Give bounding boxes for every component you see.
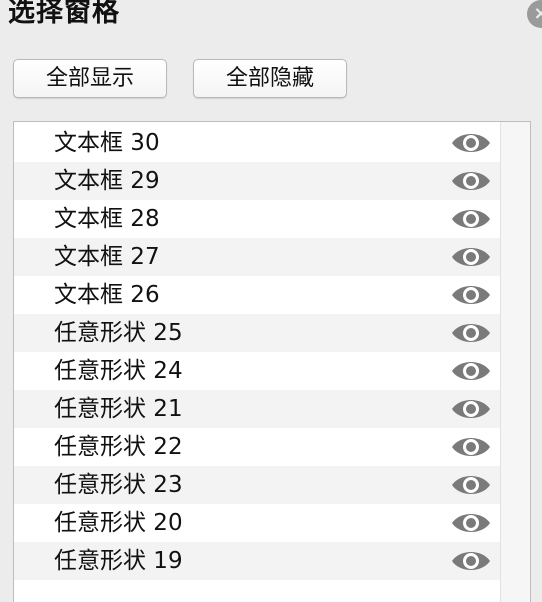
list-item[interactable]: 任意形状 22	[14, 428, 500, 466]
eye-icon[interactable]	[451, 243, 491, 271]
list-item-label: 文本框 29	[54, 168, 160, 194]
close-icon: ×	[533, 3, 542, 24]
list-item[interactable]: 任意形状 23	[14, 466, 500, 504]
list-item-label: 任意形状 19	[54, 548, 183, 574]
list-item-label: 任意形状 23	[54, 472, 183, 498]
list-item-label: 文本框 27	[54, 244, 160, 270]
list-item[interactable]: 任意形状 25	[14, 314, 500, 352]
close-button[interactable]: ×	[527, 0, 542, 28]
scrollbar-track[interactable]	[500, 122, 530, 602]
list-item-label: 任意形状 21	[54, 396, 183, 422]
list-item-label: 任意形状 25	[54, 320, 183, 346]
selection-pane: 选择窗格 × 全部显示 全部隐藏 文本框 30 文本框 29 文本框 28 文本框 2…	[0, 0, 542, 602]
eye-icon[interactable]	[451, 395, 491, 423]
list-item[interactable]: 文本框 28	[14, 200, 500, 238]
object-list: 文本框 30 文本框 29 文本框 28 文本框 27 文本框 26 任意形状 25 任意形…	[13, 121, 531, 602]
object-list-rows: 文本框 30 文本框 29 文本框 28 文本框 27 文本框 26 任意形状 25 任意形…	[14, 124, 500, 580]
list-item[interactable]: 任意形状 19	[14, 542, 500, 580]
list-item-label: 任意形状 24	[54, 358, 183, 384]
eye-icon[interactable]	[451, 433, 491, 461]
list-item-label: 任意形状 22	[54, 434, 183, 460]
eye-icon[interactable]	[451, 281, 491, 309]
eye-icon[interactable]	[451, 319, 491, 347]
list-item-label: 文本框 28	[54, 206, 160, 232]
eye-icon[interactable]	[451, 205, 491, 233]
eye-icon[interactable]	[451, 471, 491, 499]
list-item[interactable]: 任意形状 20	[14, 504, 500, 542]
show-all-button[interactable]: 全部显示	[13, 59, 167, 98]
list-item[interactable]: 文本框 30	[14, 124, 500, 162]
pane-title: 选择窗格	[8, 0, 120, 28]
list-item-label: 文本框 30	[54, 130, 160, 156]
list-item-label: 任意形状 20	[54, 510, 183, 536]
list-item-label: 文本框 26	[54, 282, 160, 308]
list-item[interactable]: 任意形状 21	[14, 390, 500, 428]
eye-icon[interactable]	[451, 357, 491, 385]
list-item[interactable]: 任意形状 24	[14, 352, 500, 390]
eye-icon[interactable]	[451, 167, 491, 195]
list-item[interactable]: 文本框 29	[14, 162, 500, 200]
list-item[interactable]: 文本框 26	[14, 276, 500, 314]
hide-all-button[interactable]: 全部隐藏	[193, 59, 347, 98]
eye-icon[interactable]	[451, 509, 491, 537]
eye-icon[interactable]	[451, 547, 491, 575]
eye-icon[interactable]	[451, 129, 491, 157]
list-item[interactable]: 文本框 27	[14, 238, 500, 276]
